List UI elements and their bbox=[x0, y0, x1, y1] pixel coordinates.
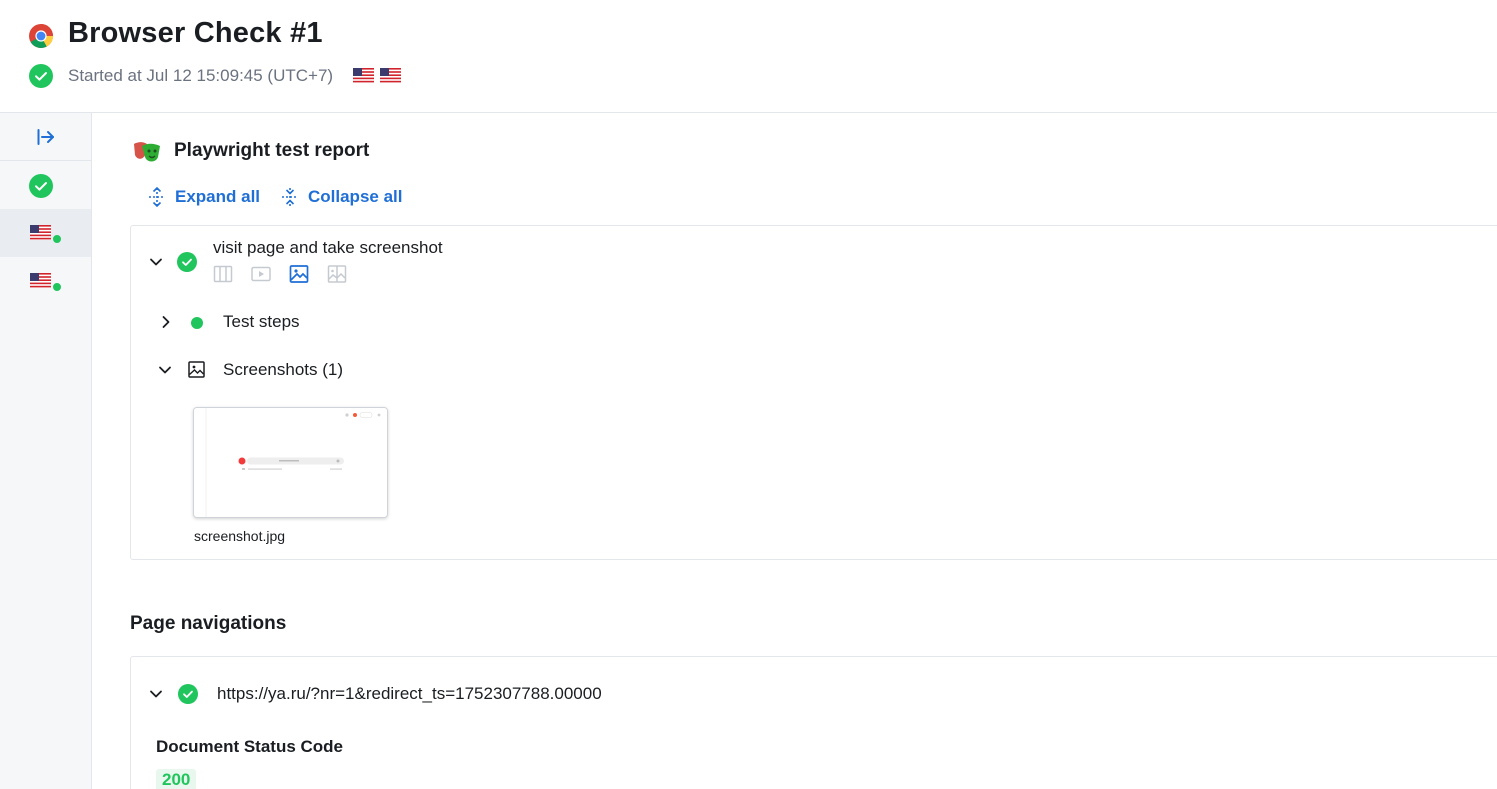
test-name: visit page and take screenshot bbox=[213, 238, 443, 257]
playwright-masks-icon bbox=[134, 142, 160, 162]
video-icon[interactable] bbox=[251, 264, 271, 284]
sidebar-item-location-1[interactable] bbox=[0, 209, 91, 257]
image-icon bbox=[188, 361, 205, 378]
page-title: Browser Check #1 bbox=[68, 17, 323, 49]
collapse-icon bbox=[282, 188, 298, 206]
chevron-right-icon[interactable] bbox=[158, 314, 174, 330]
chevron-down-icon[interactable] bbox=[148, 254, 164, 270]
check-circle-icon bbox=[29, 64, 53, 88]
test-card: visit page and take screenshot Test step… bbox=[130, 225, 1497, 560]
expand-icon bbox=[149, 187, 165, 207]
screenshot-preview-image bbox=[194, 408, 387, 517]
status-dot bbox=[191, 317, 203, 329]
expand-sidebar-button[interactable] bbox=[0, 113, 91, 161]
test-steps-label[interactable]: Test steps bbox=[223, 312, 300, 332]
screenshots-label[interactable]: Screenshots (1) bbox=[223, 360, 343, 380]
report-header: Playwright test report bbox=[132, 138, 369, 164]
check-circle-icon[interactable] bbox=[29, 174, 53, 198]
document-status-code-label: Document Status Code bbox=[156, 737, 344, 756]
navigation-url[interactable]: https://ya.ru/?nr=1&redirect_ts=17523077… bbox=[217, 684, 602, 704]
collapse-all-button[interactable]: Collapse all bbox=[281, 187, 402, 207]
status-dot bbox=[51, 233, 63, 245]
us-flag-icon bbox=[380, 68, 401, 83]
collapse-all-label: Collapse all bbox=[308, 187, 403, 206]
page-navigations-title: Page navigations bbox=[130, 613, 287, 634]
expand-sidebar-icon bbox=[37, 128, 54, 145]
sidebar-item-location-2[interactable] bbox=[0, 257, 91, 305]
chevron-down-icon[interactable] bbox=[157, 362, 173, 378]
screenshot-filename: screenshot.jpg bbox=[194, 528, 286, 544]
image-icon[interactable] bbox=[289, 264, 309, 284]
page-header: Browser Check #1 Started at Jul 12 15:09… bbox=[0, 0, 1497, 113]
trace-icon[interactable] bbox=[213, 264, 233, 284]
navigation-card: https://ya.ru/?nr=1&redirect_ts=17523077… bbox=[130, 656, 1497, 789]
check-circle-icon bbox=[177, 252, 197, 272]
report-title: Playwright test report bbox=[174, 140, 370, 161]
check-circle-icon bbox=[178, 684, 198, 704]
us-flag-icon bbox=[30, 225, 51, 240]
chrome-icon bbox=[29, 24, 53, 48]
us-flag-icon bbox=[353, 68, 374, 83]
expand-all-button[interactable]: Expand all bbox=[148, 187, 260, 207]
chevron-down-icon[interactable] bbox=[148, 686, 164, 702]
status-code-badge: 200 bbox=[156, 769, 197, 789]
screenshot-thumbnail[interactable] bbox=[193, 407, 388, 518]
status-dot bbox=[51, 281, 63, 293]
started-at-text: Started at Jul 12 15:09:45 (UTC+7) bbox=[68, 66, 334, 85]
image-diff-icon[interactable] bbox=[327, 264, 347, 284]
us-flag-icon bbox=[30, 273, 51, 288]
expand-all-label: Expand all bbox=[175, 187, 261, 206]
sidebar bbox=[0, 113, 92, 789]
